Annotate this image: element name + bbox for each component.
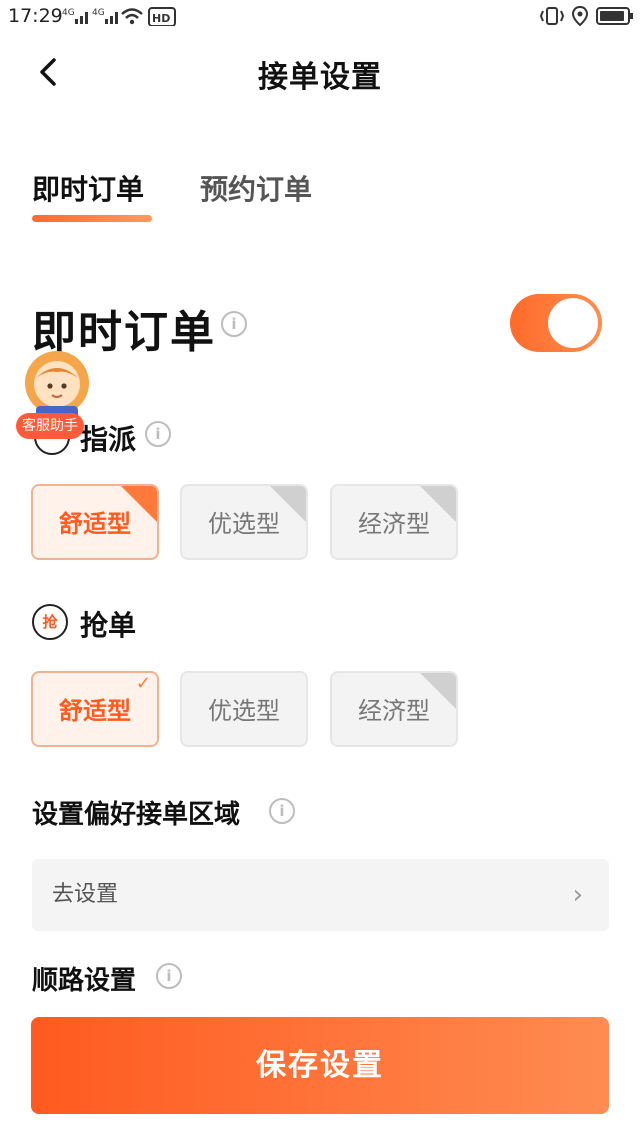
grab-option-premium[interactable]: 优选型 — [180, 671, 308, 747]
grab-option-comfort[interactable]: 舒适型 ✓ — [31, 671, 159, 747]
customer-service-assistant-avatar[interactable] — [22, 350, 92, 420]
network-type-label: 4G — [62, 8, 75, 18]
page-title: 接单设置 — [258, 60, 382, 95]
tab-scheduled-orders[interactable]: 预约订单 — [200, 168, 312, 208]
hd-label: HD — [152, 12, 170, 25]
chevron-right-icon: › — [572, 880, 583, 910]
toggle-knob — [548, 298, 598, 348]
save-settings-button[interactable]: 保存设置 — [31, 1017, 609, 1114]
option-label: 舒适型 — [59, 697, 131, 725]
location-icon — [571, 5, 589, 27]
status-time: 17:29 — [8, 5, 63, 27]
network-type-label-2: 4G — [92, 8, 105, 18]
dispatch-info-icon[interactable]: i — [145, 421, 171, 447]
wifi-icon — [121, 8, 143, 25]
route-setting-title: 顺路设置 — [32, 966, 137, 996]
hd-voice-icon: HD — [148, 7, 176, 26]
status-bar: 17:29 4G 4G HD — [0, 0, 640, 34]
instant-orders-toggle[interactable] — [510, 294, 602, 352]
grab-label: 抢单 — [80, 609, 137, 642]
preferred-area-placeholder: 去设置 — [52, 882, 119, 907]
preferred-area-setting[interactable]: 去设置 › — [32, 859, 609, 931]
cellular-signal-icon-2: 4G — [92, 8, 118, 24]
option-label: 优选型 — [208, 697, 280, 725]
info-icon[interactable]: i — [221, 311, 247, 337]
preferred-area-title: 设置偏好接单区域 — [32, 800, 241, 830]
tab-instant-orders[interactable]: 即时订单 — [32, 168, 144, 208]
unselected-corner-icon: ✓ — [420, 486, 456, 522]
preferred-area-info-icon[interactable]: i — [269, 798, 295, 824]
battery-icon — [596, 7, 633, 25]
dispatch-option-economy[interactable]: 经济型 ✓ — [330, 484, 458, 560]
active-tab-indicator — [32, 215, 152, 222]
unselected-corner-icon: ✓ — [420, 673, 456, 709]
check-icon: ✓ — [135, 673, 151, 694]
dispatch-option-comfort[interactable]: 舒适型 ✓ — [31, 484, 159, 560]
dispatch-option-premium[interactable]: 优选型 ✓ — [180, 484, 308, 560]
unselected-corner-icon: ✓ — [270, 486, 306, 522]
grab-icon: 抢 — [32, 604, 68, 640]
grab-option-economy[interactable]: 经济型 ✓ — [330, 671, 458, 747]
dispatch-label: 指派 — [80, 423, 137, 456]
assistant-label[interactable]: 客服助手 — [16, 413, 84, 439]
cellular-signal-icon: 4G — [62, 8, 88, 24]
vibrate-mode-icon — [540, 7, 564, 25]
selected-corner-icon: ✓ — [121, 486, 157, 522]
route-setting-info-icon[interactable]: i — [156, 963, 182, 989]
